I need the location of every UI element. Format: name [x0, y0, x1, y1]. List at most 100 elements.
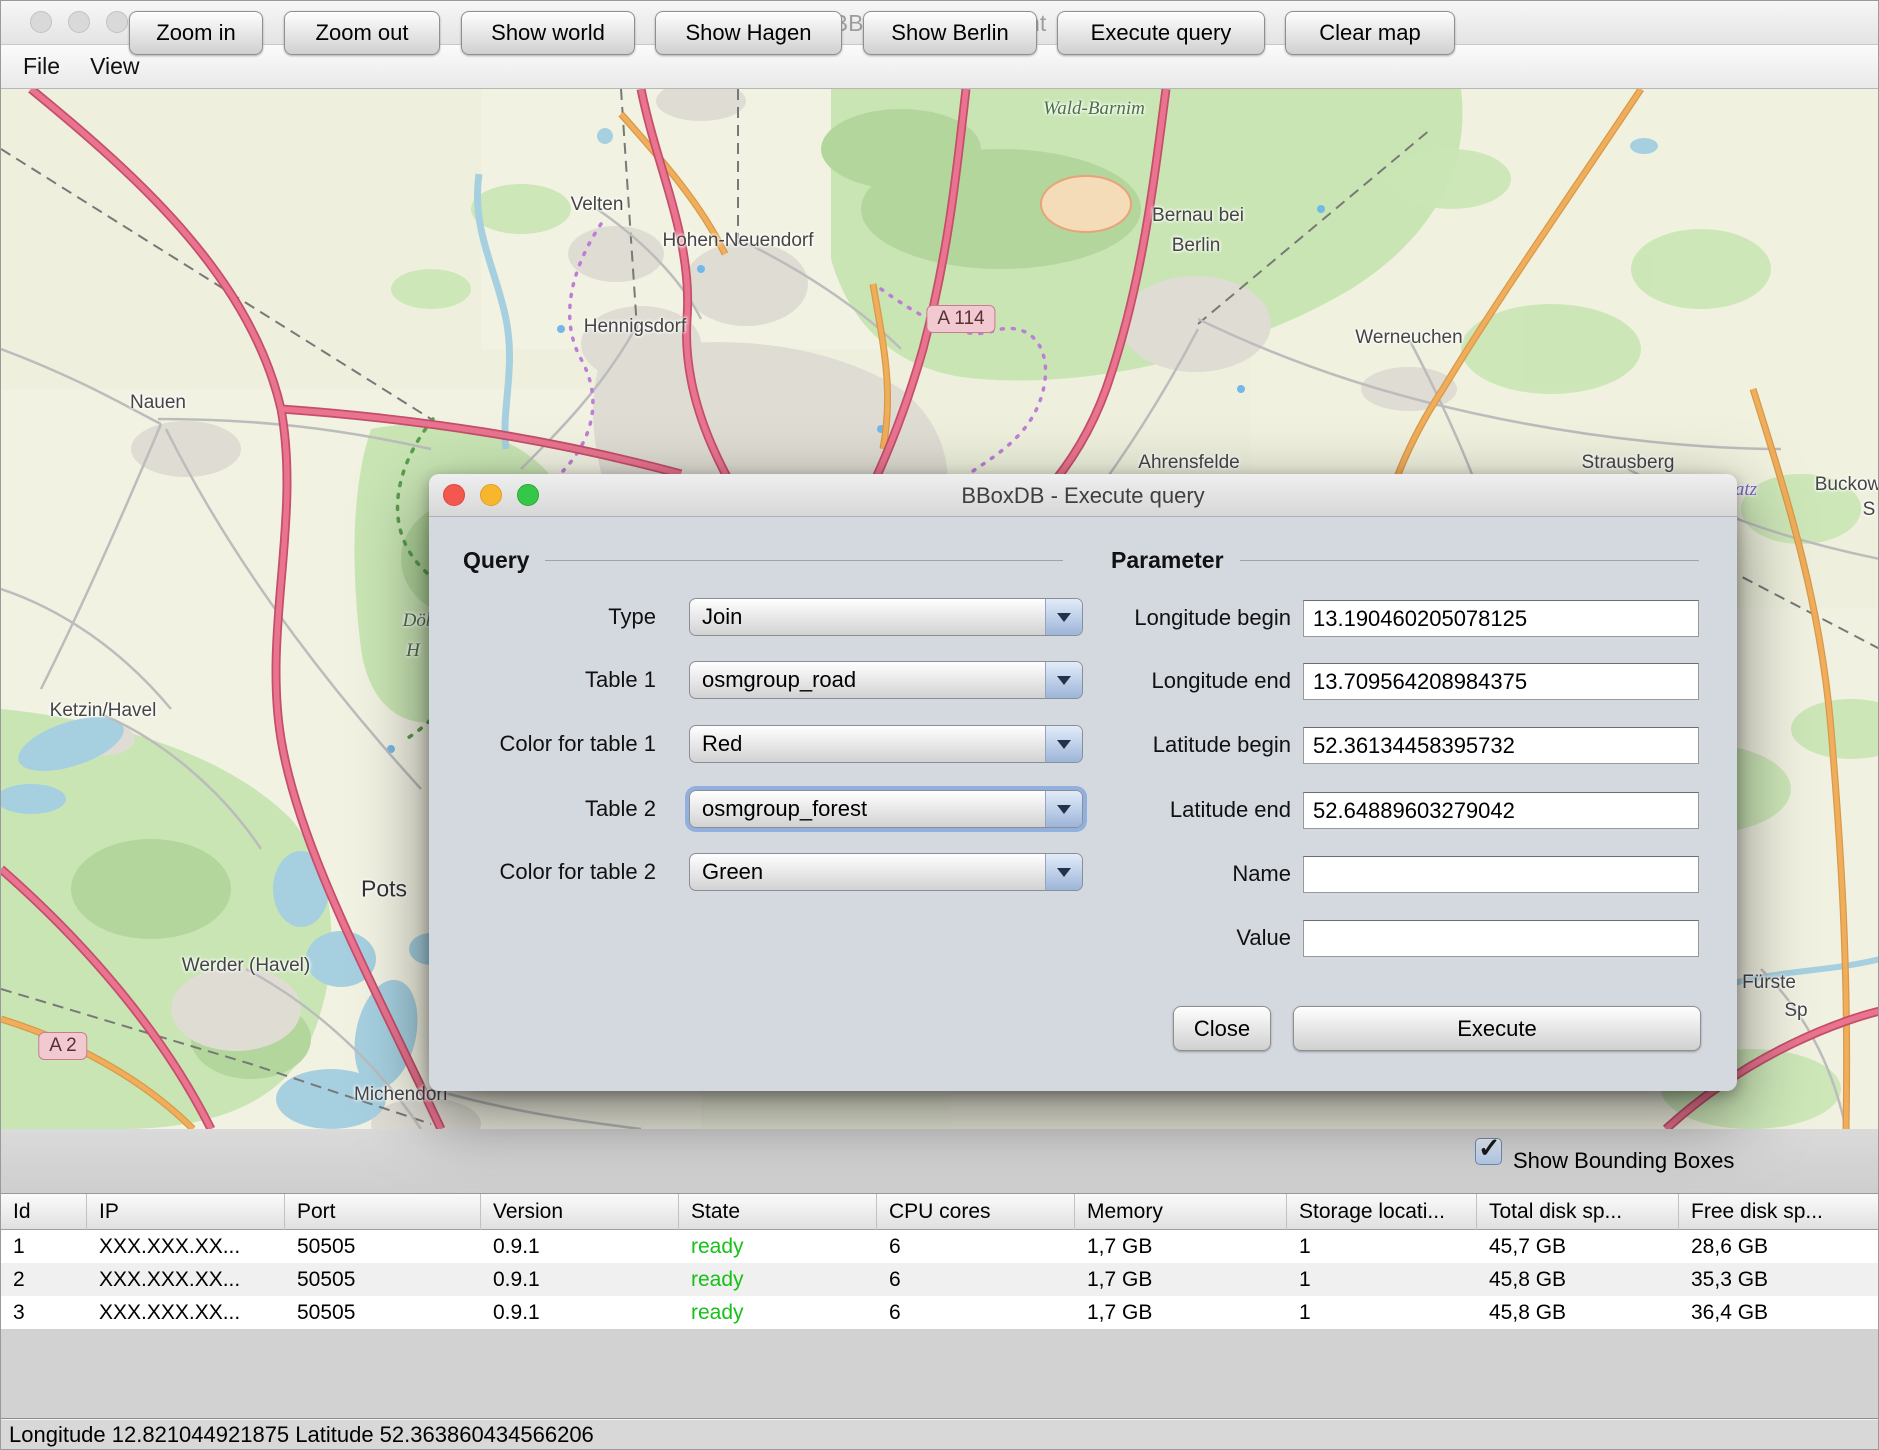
table-cell: 50505 [285, 1296, 481, 1329]
param-row-value: Value [1091, 918, 1701, 958]
color2-label: Color for table 2 [449, 852, 669, 892]
map-label-werder-havel: Werder (Havel) [182, 955, 310, 977]
longitude-begin-label: Longitude begin [1091, 598, 1291, 638]
state-badge: ready [679, 1296, 877, 1329]
show-world-button[interactable]: Show world [461, 11, 635, 55]
map-label-velten: Velten [571, 194, 624, 216]
dialog-title: BBoxDB - Execute query [429, 474, 1737, 517]
dropdown-arrow-box [1045, 662, 1082, 698]
table-header-row: Id IP Port Version State CPU cores Memor… [1, 1194, 1879, 1230]
map-label-h: H [406, 640, 420, 662]
close-button[interactable]: Close [1173, 1006, 1271, 1051]
table-cell: 1,7 GB [1075, 1296, 1287, 1329]
query-row-color2: Color for table 2 Green [449, 852, 1063, 892]
table-cell: 0.9.1 [481, 1230, 679, 1263]
value-label: Value [1091, 918, 1291, 958]
name-label: Name [1091, 854, 1291, 894]
execute-query-button[interactable]: Execute query [1057, 11, 1265, 55]
map-label-ketzin-havel: Ketzin/Havel [50, 700, 157, 722]
dialog-titlebar[interactable]: BBoxDB - Execute query [429, 474, 1737, 517]
coordinates-readout: Longitude 12.821044921875 Latitude 52.36… [9, 1422, 594, 1447]
show-berlin-button[interactable]: Show Berlin [863, 11, 1037, 55]
query-row-table2: Table 2 osmgroup_forest [449, 789, 1063, 829]
table-cell: XXX.XXX.XX... [87, 1230, 285, 1263]
show-hagen-button[interactable]: Show Hagen [655, 11, 842, 55]
zoom-in-button[interactable]: Zoom in [129, 11, 263, 55]
param-row-name: Name [1091, 854, 1701, 894]
road-badge-a2: A 2 [38, 1032, 87, 1060]
latitude-end-input[interactable] [1303, 792, 1699, 829]
color1-value: Red [690, 731, 1045, 757]
table1-dropdown[interactable]: osmgroup_road [689, 661, 1083, 699]
color2-dropdown[interactable]: Green [689, 853, 1083, 891]
section-divider [1240, 560, 1699, 561]
name-input[interactable] [1303, 856, 1699, 893]
map-label-s: S [1863, 499, 1876, 521]
color1-label: Color for table 1 [449, 724, 669, 764]
table-row[interactable]: 1 XXX.XXX.XX... 50505 0.9.1 ready 6 1,7 … [1, 1230, 1879, 1263]
table-cell: 6 [877, 1230, 1075, 1263]
table-cell: 50505 [285, 1263, 481, 1296]
latitude-begin-label: Latitude begin [1091, 725, 1291, 765]
type-dropdown[interactable]: Join [689, 598, 1083, 636]
column-header-version[interactable]: Version [481, 1194, 679, 1230]
map-label-hohen-neuendorf: Hohen-Neuendorf [662, 230, 813, 252]
chevron-down-icon [1057, 868, 1071, 877]
dropdown-arrow-box [1045, 854, 1082, 890]
table-cell: 2 [1, 1263, 87, 1296]
map-label-berlin: Berlin [1172, 235, 1221, 257]
column-header-free-disk[interactable]: Free disk sp... [1679, 1194, 1879, 1230]
map-label-ahrensfelde: Ahrensfelde [1138, 452, 1239, 474]
table-cell: 50505 [285, 1230, 481, 1263]
query-row-type: Type Join [449, 597, 1063, 637]
table-cell: 1 [1287, 1230, 1477, 1263]
table-cell: 1 [1287, 1296, 1477, 1329]
column-header-ip[interactable]: IP [87, 1194, 285, 1230]
query-section-header: Query [463, 546, 1063, 574]
table-cell: 45,8 GB [1477, 1263, 1679, 1296]
dropdown-arrow-box [1045, 791, 1082, 827]
table-cell: 1,7 GB [1075, 1263, 1287, 1296]
table-row[interactable]: 2 XXX.XXX.XX... 50505 0.9.1 ready 6 1,7 … [1, 1263, 1879, 1296]
column-header-total-disk[interactable]: Total disk sp... [1477, 1194, 1679, 1230]
table1-label: Table 1 [449, 660, 669, 700]
map-label-nauen: Nauen [130, 392, 186, 414]
nodes-table: Id IP Port Version State CPU cores Memor… [1, 1193, 1878, 1417]
show-bounding-boxes-label[interactable]: Show Bounding Boxes [1513, 1129, 1734, 1193]
latitude-end-label: Latitude end [1091, 790, 1291, 830]
show-bounding-boxes-checkbox[interactable]: ✓ [1475, 1138, 1502, 1165]
table-cell: 28,6 GB [1679, 1230, 1879, 1263]
dropdown-arrow-box [1045, 726, 1082, 762]
table-row[interactable]: 3 XXX.XXX.XX... 50505 0.9.1 ready 6 1,7 … [1, 1296, 1879, 1329]
table-cell: 0.9.1 [481, 1296, 679, 1329]
parameter-section-label: Parameter [1111, 547, 1224, 574]
column-header-memory[interactable]: Memory [1075, 1194, 1287, 1230]
execute-button[interactable]: Execute [1293, 1006, 1701, 1051]
map-label-werneuchen: Werneuchen [1355, 327, 1462, 349]
param-row-longitude-begin: Longitude begin [1091, 598, 1701, 638]
map-label-strausberg: Strausberg [1582, 452, 1675, 474]
column-header-cpu-cores[interactable]: CPU cores [877, 1194, 1075, 1230]
longitude-begin-input[interactable] [1303, 600, 1699, 637]
map-label-bernau-bei: Bernau bei [1152, 205, 1244, 227]
map-label-sp: Sp [1784, 1000, 1807, 1022]
latitude-begin-input[interactable] [1303, 727, 1699, 764]
map-label-hennigsdorf: Hennigsdorf [584, 316, 686, 338]
table-cell: 1 [1287, 1263, 1477, 1296]
menu-file[interactable]: File [23, 53, 60, 80]
column-header-id[interactable]: Id [1, 1194, 87, 1230]
dropdown-arrow-box [1045, 599, 1082, 635]
table-cell: 0.9.1 [481, 1263, 679, 1296]
column-header-port[interactable]: Port [285, 1194, 481, 1230]
column-header-state[interactable]: State [679, 1194, 877, 1230]
color1-dropdown[interactable]: Red [689, 725, 1083, 763]
clear-map-button[interactable]: Clear map [1285, 11, 1455, 55]
execute-query-dialog: BBoxDB - Execute query Query Parameter T… [429, 474, 1737, 1091]
longitude-end-input[interactable] [1303, 663, 1699, 700]
query-row-table1: Table 1 osmgroup_road [449, 660, 1063, 700]
zoom-out-button[interactable]: Zoom out [284, 11, 440, 55]
column-header-storage-locations[interactable]: Storage locati... [1287, 1194, 1477, 1230]
table2-dropdown[interactable]: osmgroup_forest [689, 790, 1083, 828]
value-input[interactable] [1303, 920, 1699, 957]
menu-view[interactable]: View [90, 53, 139, 80]
